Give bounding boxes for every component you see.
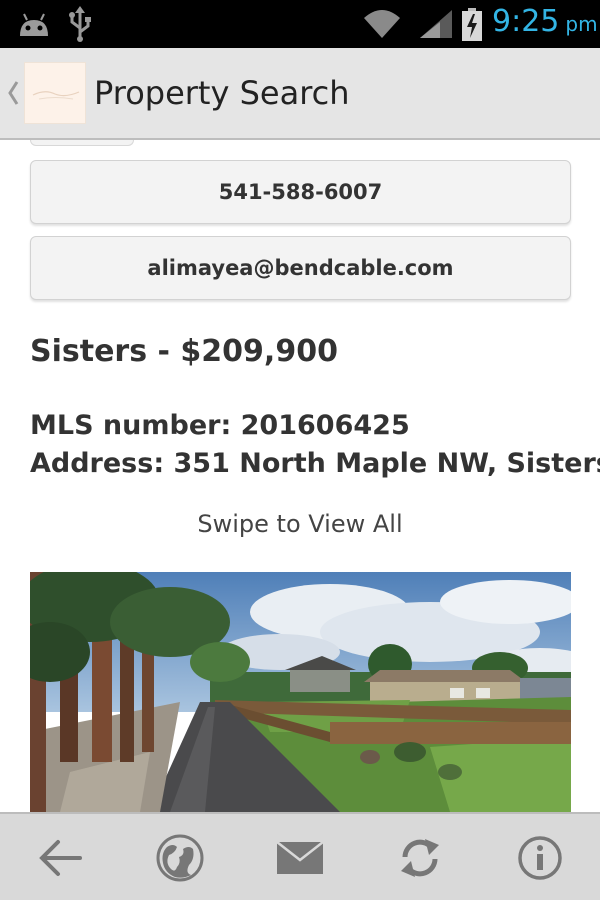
android-icon	[20, 13, 48, 36]
battery-charging-icon	[462, 8, 482, 41]
bottom-toolbar	[0, 812, 600, 900]
email-button[interactable]: alimayea@bendcable.com	[30, 236, 571, 300]
content-area[interactable]: 541-588-6007 alimayea@bendcable.com Sist…	[0, 140, 600, 812]
up-caret-icon[interactable]	[6, 78, 20, 108]
back-button[interactable]	[30, 828, 90, 888]
app-logo[interactable]	[24, 62, 86, 124]
mail-icon	[276, 841, 324, 874]
website-button[interactable]	[150, 828, 210, 888]
status-bar: 9:25 pm	[0, 0, 600, 48]
page-title: Property Search	[94, 74, 350, 112]
signal-icon	[420, 10, 452, 38]
clock: 9:25 pm	[492, 4, 598, 44]
mls-number: MLS number: 201606425	[30, 410, 410, 441]
info-icon	[518, 836, 562, 880]
info-button[interactable]	[510, 828, 570, 888]
back-arrow-icon	[39, 840, 82, 876]
property-photo[interactable]	[30, 572, 571, 812]
action-bar: Property Search	[0, 48, 600, 140]
property-address: Address: 351 North Maple NW, Sisters	[30, 448, 600, 479]
phone-button[interactable]: 541-588-6007	[30, 160, 571, 224]
clock-ampm: pm	[565, 12, 598, 36]
refresh-icon	[401, 839, 439, 877]
listing-title: Sisters - $209,900	[30, 334, 338, 369]
previous-button-stub[interactable]	[30, 140, 134, 146]
clock-time: 9:25	[492, 4, 560, 39]
refresh-button[interactable]	[390, 828, 450, 888]
usb-icon	[69, 6, 91, 42]
email-action-button[interactable]	[270, 828, 330, 888]
globe-icon	[156, 834, 204, 882]
wifi-icon	[364, 10, 400, 38]
swipe-hint: Swipe to View All	[197, 510, 403, 538]
